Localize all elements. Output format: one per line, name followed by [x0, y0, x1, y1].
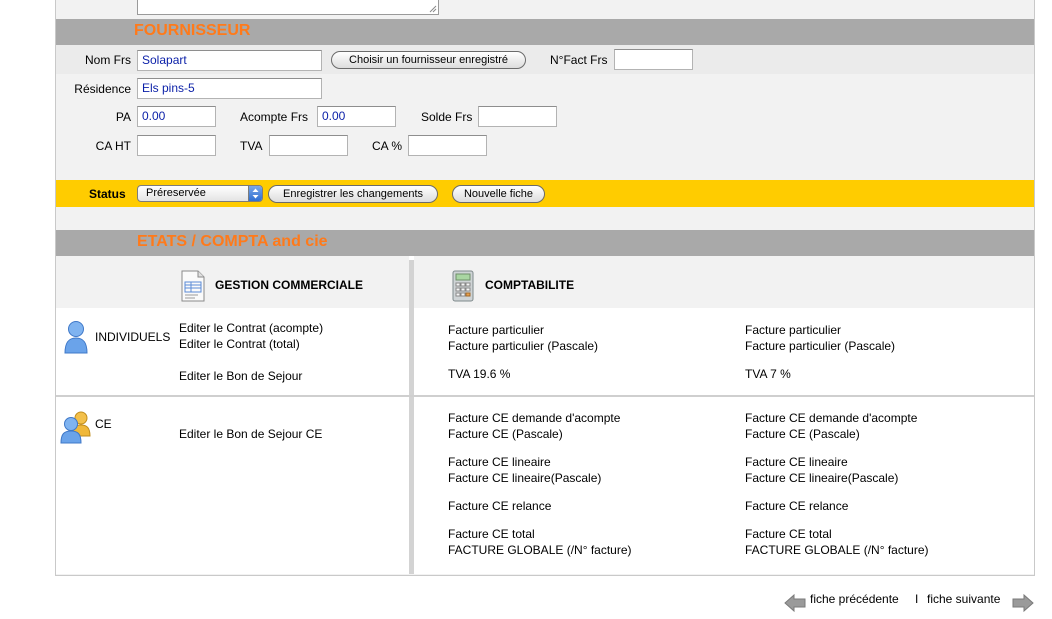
main-frame: FOURNISSEUR Nom Frs Solapart Choisir un … — [55, 0, 1035, 576]
new-record-button[interactable]: Nouvelle fiche — [452, 185, 545, 203]
group-icon — [60, 411, 91, 444]
fournisseur-header: FOURNISSEUR — [56, 19, 1034, 45]
ce-total-link-2[interactable]: Facture CE total — [745, 527, 832, 541]
nav-separator: I — [915, 592, 919, 606]
row-nom-frs: Nom Frs Solapart Choisir un fournisseur … — [56, 45, 1034, 74]
solde-frs-label: Solde Frs — [421, 110, 473, 124]
row-divider — [56, 395, 1034, 397]
ce-label: CE — [95, 417, 112, 431]
tva-label: TVA — [240, 139, 263, 153]
ce-relance-link[interactable]: Facture CE relance — [448, 499, 551, 513]
row-pa: PA 0.00 Acompte Frs 0.00 Solde Frs — [56, 103, 1034, 132]
bon-sejour-link[interactable]: Editer le Bon de Sejour — [179, 369, 302, 383]
status-select[interactable]: Préreservée — [137, 185, 263, 202]
pa-label: PA — [115, 110, 131, 124]
status-label: Status — [89, 187, 126, 201]
ce-lineaire-pascale-link-2[interactable]: Facture CE lineaire(Pascale) — [745, 471, 898, 485]
arrow-right-icon[interactable] — [1012, 593, 1034, 613]
bon-sejour-ce-link[interactable]: Editer le Bon de Sejour CE — [179, 427, 322, 441]
person-icon — [64, 321, 88, 354]
residence-field[interactable]: Els pins-5 — [137, 78, 322, 99]
tva-field[interactable] — [269, 135, 348, 156]
etats-title: ETATS / COMPTA and cie — [137, 233, 328, 250]
notes-textarea[interactable] — [137, 0, 439, 15]
ce-demande-acompte-link-2[interactable]: Facture CE demande d'acompte — [745, 411, 917, 425]
caht-label: CA HT — [95, 139, 131, 153]
pa-field[interactable]: 0.00 — [137, 106, 216, 127]
select-arrows-icon — [248, 186, 262, 201]
ce-relance-link-2[interactable]: Facture CE relance — [745, 499, 848, 513]
ce-lineaire-link-2[interactable]: Facture CE lineaire — [745, 455, 848, 469]
compta-header: COMPTABILITE — [485, 278, 575, 292]
facture-particulier-pascale-link[interactable]: Facture particulier (Pascale) — [448, 339, 598, 353]
etats-header: ETATS / COMPTA and cie — [56, 230, 1034, 256]
save-changes-button[interactable]: Enregistrer les changements — [268, 185, 438, 203]
status-selected-value: Préreservée — [146, 187, 206, 199]
ce-total-link[interactable]: Facture CE total — [448, 527, 535, 541]
facture-particulier-link[interactable]: Facture particulier — [448, 323, 544, 337]
choose-supplier-button[interactable]: Choisir un fournisseur enregistré — [331, 51, 526, 69]
acompte-frs-label: Acompte Frs — [240, 110, 309, 124]
facture-particulier-link-2[interactable]: Facture particulier — [745, 323, 841, 337]
tva-7-link[interactable]: TVA 7 % — [745, 367, 791, 381]
nom-frs-field[interactable]: Solapart — [137, 50, 322, 71]
fournisseur-title: FOURNISSEUR — [134, 22, 251, 39]
facture-globale-link[interactable]: FACTURE GLOBALE (/N° facture) — [448, 543, 632, 557]
ce-lineaire-link[interactable]: Facture CE lineaire — [448, 455, 551, 469]
residence-label: Résidence — [74, 82, 131, 96]
tva-196-link[interactable]: TVA 19.6 % — [448, 367, 510, 381]
status-bar: Status Préreservée Enregistrer les chang… — [56, 180, 1034, 207]
next-record-link[interactable]: fiche suivante — [927, 592, 1000, 606]
facture-globale-link-2[interactable]: FACTURE GLOBALE (/N° facture) — [745, 543, 929, 557]
ce-demande-acompte-link[interactable]: Facture CE demande d'acompte — [448, 411, 620, 425]
document-icon — [181, 270, 205, 302]
gestion-header: GESTION COMMERCIALE — [215, 278, 364, 292]
nom-frs-label: Nom Frs — [85, 53, 131, 67]
etats-panel: GESTION COMMERCIALE COMPTABILITE INDIVID… — [56, 256, 1034, 574]
row-caht: CA HT TVA CA % — [56, 132, 1034, 161]
individuels-label: INDIVIDUELS — [95, 330, 171, 344]
ce-pascale-link[interactable]: Facture CE (Pascale) — [448, 427, 563, 441]
acompte-frs-field[interactable]: 0.00 — [317, 106, 396, 127]
nfact-frs-label: N°Fact Frs — [550, 53, 608, 67]
ca-pct-field[interactable] — [408, 135, 487, 156]
ce-lineaire-pascale-link[interactable]: Facture CE lineaire(Pascale) — [448, 471, 601, 485]
row-residence: Résidence Els pins-5 — [56, 74, 1034, 103]
ce-pascale-link-2[interactable]: Facture CE (Pascale) — [745, 427, 860, 441]
caht-field[interactable] — [137, 135, 216, 156]
solde-frs-field[interactable] — [478, 106, 557, 127]
nfact-frs-field[interactable] — [614, 49, 693, 70]
contrat-total-link[interactable]: Editer le Contrat (total) — [179, 337, 300, 351]
column-divider — [409, 260, 414, 574]
contrat-acompte-link[interactable]: Editer le Contrat (acompte) — [179, 321, 323, 335]
arrow-left-icon[interactable] — [784, 593, 806, 613]
facture-particulier-pascale-link-2[interactable]: Facture particulier (Pascale) — [745, 339, 895, 353]
resize-grip-icon[interactable] — [429, 5, 437, 13]
ca-pct-label: CA % — [372, 139, 403, 153]
calculator-icon — [452, 270, 474, 302]
prev-record-link[interactable]: fiche précédente — [810, 592, 899, 606]
